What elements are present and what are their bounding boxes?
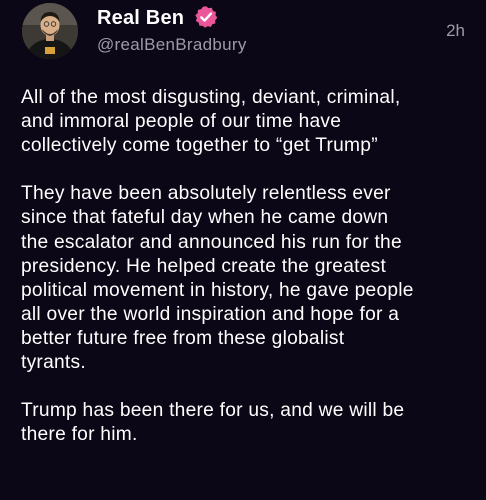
post-paragraph: All of the most disgusting, deviant, cri… (21, 87, 401, 157)
avatar[interactable] (22, 3, 78, 59)
post: Real Ben @realBenBradbury 2h All of the … (0, 0, 486, 500)
post-paragraph: They have been absolutely relentless eve… (21, 183, 414, 374)
verified-badge-icon (195, 6, 218, 28)
author-display-name[interactable]: Real Ben (97, 6, 184, 30)
post-timestamp[interactable]: 2h (446, 21, 465, 41)
post-paragraph: Trump has been there for us, and we will… (21, 400, 405, 446)
post-body: All of the most disgusting, deviant, cri… (21, 86, 471, 447)
user-avatar-icon (22, 3, 78, 59)
author-handle[interactable]: @realBenBradbury (97, 35, 247, 55)
